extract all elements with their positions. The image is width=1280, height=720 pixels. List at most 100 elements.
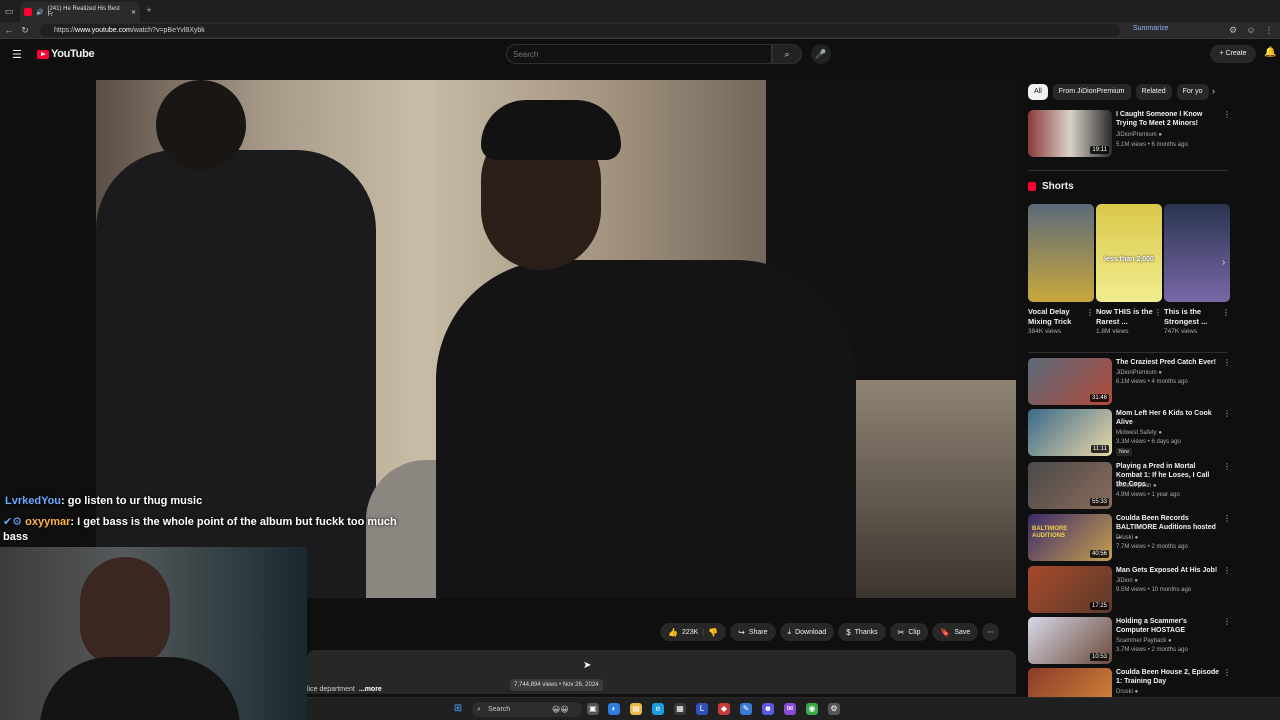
video-title[interactable]: The Craziest Pred Catch Ever!: [1116, 358, 1220, 367]
short-title[interactable]: Vocal Delay Mixing Trick: [1028, 307, 1086, 327]
video-thumbnail[interactable]: BALTIMORE AUDITIONS 40:56: [1028, 514, 1112, 561]
video-menu-icon[interactable]: ⋮: [1223, 514, 1231, 523]
dislike-icon[interactable]: 👎: [708, 628, 718, 637]
summarize-button[interactable]: Summarize: [1133, 25, 1168, 32]
video-channel[interactable]: Druski ●: [1116, 688, 1138, 697]
recommended-video[interactable]: BALTIMORE AUDITIONS 40:56 Coulda Been Reco…: [1028, 514, 1231, 564]
shield-app-icon[interactable]: ◆: [718, 703, 730, 715]
short-title[interactable]: This is the Strongest ...: [1164, 307, 1222, 327]
like-count[interactable]: 223K: [682, 629, 698, 636]
recommended-video[interactable]: 31:46 The Craziest Pred Catch Ever! JiDion…: [1028, 358, 1231, 408]
tab-close-icon[interactable]: ✕: [131, 9, 136, 16]
thanks-button[interactable]: $ Thanks: [838, 623, 886, 641]
copilot-icon[interactable]: ◐: [608, 703, 620, 715]
video-menu-icon[interactable]: ⋮: [1223, 617, 1231, 626]
save-button[interactable]: 🔖 Save: [932, 623, 979, 641]
file-explorer-icon[interactable]: ▤: [630, 703, 642, 715]
video-title[interactable]: Holding a Scammer's Computer HOSTAGE: [1116, 617, 1220, 635]
search-button[interactable]: ⌕: [772, 44, 802, 64]
video-person-left: [96, 150, 376, 598]
menu-icon[interactable]: ⋮: [1264, 25, 1274, 35]
chip-related[interactable]: Related: [1135, 84, 1172, 100]
short-item[interactable]: This is the Strongest ... 747K views ⋮: [1164, 204, 1230, 335]
task-view-icon[interactable]: ▣: [587, 703, 599, 715]
description-box[interactable]: lice department ...more: [307, 650, 1016, 694]
video-channel[interactable]: Druski ●: [1116, 534, 1138, 543]
video-thumbnail[interactable]: 31:46: [1028, 358, 1112, 405]
chip-all[interactable]: All: [1028, 84, 1048, 100]
edge-icon[interactable]: e: [652, 703, 664, 715]
short-thumbnail[interactable]: [1164, 204, 1230, 302]
video-menu-icon[interactable]: ⋮: [1223, 462, 1231, 471]
youtube-logo-text[interactable]: YouTube: [51, 48, 95, 60]
recommended-video[interactable]: 17:25 Man Gets Exposed At His Job! JiDion …: [1028, 566, 1231, 616]
video-menu-icon[interactable]: ⋮: [1223, 110, 1231, 119]
video-title[interactable]: Mom Left Her 6 Kids to Cook Alive: [1116, 409, 1220, 427]
video-thumbnail[interactable]: 19:11: [1028, 110, 1112, 157]
short-thumbnail[interactable]: [1028, 204, 1094, 302]
short-thumbnail[interactable]: less than 2,000: [1096, 204, 1162, 302]
short-menu-icon[interactable]: ⋮: [1222, 308, 1230, 317]
video-title[interactable]: I Caught Someone I Know Trying To Meet 2…: [1116, 110, 1220, 128]
chat-app-icon[interactable]: ✉: [784, 703, 796, 715]
profile-icon[interactable]: ☺: [1246, 25, 1256, 35]
video-channel[interactable]: Skeeter Jean ●: [1116, 482, 1157, 491]
short-menu-icon[interactable]: ⋮: [1154, 308, 1162, 317]
video-channel[interactable]: JiDionPremium ●: [1116, 369, 1162, 378]
new-tab-icon[interactable]: +: [144, 5, 154, 15]
url-field[interactable]: https://www.youtube.com/watch?v=pBeYvl8X…: [40, 24, 1120, 37]
chevron-right-icon[interactable]: ›: [1212, 86, 1215, 96]
recommended-video[interactable]: 11:11 Mom Left Her 6 Kids to Cook Alive Mi…: [1028, 409, 1231, 459]
video-thumbnail[interactable]: 17:25: [1028, 566, 1112, 613]
taskbar-search[interactable]: ⌕ Search 😀😀: [472, 702, 582, 717]
browser-tab-active[interactable]: 🔊 (241) He Realized His Best Fr ✕: [20, 2, 140, 22]
back-icon[interactable]: ←: [4, 25, 14, 35]
discord-icon[interactable]: ☻: [762, 703, 774, 715]
recommended-video[interactable]: 19:11 I Caught Someone I Know Trying To …: [1028, 110, 1231, 160]
recommended-video[interactable]: 55:33 Playing a Pred in Mortal Kombat 1: …: [1028, 462, 1231, 512]
recommended-video[interactable]: 10:53 Holding a Scammer's Computer HOSTAG…: [1028, 617, 1231, 667]
video-channel[interactable]: JiDion ●: [1116, 577, 1138, 586]
search-input[interactable]: [506, 44, 772, 64]
video-menu-icon[interactable]: ⋮: [1223, 358, 1231, 367]
windows-start-icon[interactable]: ⊞: [452, 703, 464, 715]
create-button[interactable]: + Create: [1210, 45, 1256, 63]
sidebar-toggle-icon[interactable]: ▭: [4, 6, 14, 16]
more-actions-button[interactable]: ⋯: [982, 623, 1000, 641]
notifications-icon[interactable]: 🔔: [1264, 47, 1276, 58]
share-button[interactable]: ↪ Share: [730, 623, 776, 641]
video-thumbnail[interactable]: 10:53: [1028, 617, 1112, 664]
video-thumbnail[interactable]: 55:33: [1028, 462, 1112, 509]
clip-button[interactable]: ✂ Clip: [889, 623, 929, 641]
reload-icon[interactable]: ↻: [20, 25, 30, 35]
video-menu-icon[interactable]: ⋮: [1223, 409, 1231, 418]
download-button[interactable]: ⤓ Download: [779, 623, 835, 641]
like-icon[interactable]: 👍: [668, 628, 678, 637]
chrome-icon[interactable]: ◉: [806, 703, 818, 715]
short-item[interactable]: Vocal Delay Mixing Trick 384K views ⋮: [1028, 204, 1094, 335]
video-menu-icon[interactable]: ⋮: [1223, 566, 1231, 575]
pen-app-icon[interactable]: ✎: [740, 703, 752, 715]
voice-search-icon[interactable]: 🎤: [811, 44, 831, 64]
short-menu-icon[interactable]: ⋮: [1086, 308, 1094, 317]
settings-icon[interactable]: ⚙: [828, 703, 840, 715]
short-title[interactable]: Now THIS is the Rarest ...: [1096, 307, 1154, 327]
video-channel[interactable]: JiDionPremium ●: [1116, 131, 1162, 140]
speaker-icon[interactable]: 🔊: [36, 9, 43, 16]
shorts-next-icon[interactable]: ›: [1222, 257, 1225, 268]
extensions-icon[interactable]: ⚙: [1228, 25, 1238, 35]
video-title[interactable]: Man Gets Exposed At His Job!: [1116, 566, 1220, 575]
store-icon[interactable]: ▦: [674, 703, 686, 715]
video-channel[interactable]: Scammer Payback ●: [1116, 637, 1172, 646]
chip-from-channel[interactable]: From JiDionPremium: [1052, 84, 1131, 100]
video-channel[interactable]: Midwest Safety ●: [1116, 429, 1162, 438]
description-more-link[interactable]: ...more: [359, 686, 382, 693]
video-menu-icon[interactable]: ⋮: [1223, 668, 1231, 677]
youtube-logo-icon[interactable]: [37, 50, 49, 59]
video-title[interactable]: Coulda Been House 2, Episode 1: Training…: [1116, 668, 1220, 686]
hamburger-menu-icon[interactable]: ☰: [12, 48, 22, 61]
video-thumbnail[interactable]: 11:11: [1028, 409, 1112, 456]
chip-for-you[interactable]: For yo: [1176, 84, 1209, 100]
app-l-icon[interactable]: L: [696, 703, 708, 715]
short-item[interactable]: less than 2,000 Now THIS is the Rarest .…: [1096, 204, 1162, 335]
